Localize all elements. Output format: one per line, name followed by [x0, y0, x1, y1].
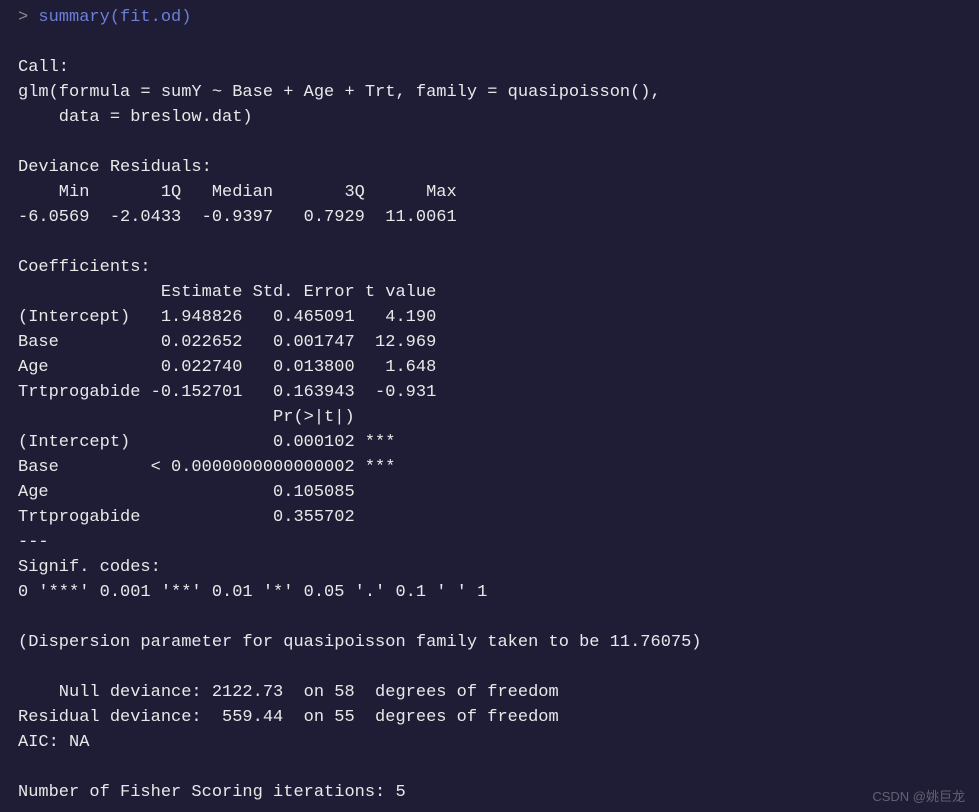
coef-pval-base: Base < 0.0000000000000002 *** [18, 458, 395, 477]
aic: AIC: NA [18, 733, 89, 752]
fisher-iterations: Number of Fisher Scoring iterations: 5 [18, 783, 406, 802]
watermark: CSDN @姚巨龙 [872, 787, 965, 806]
coef-cols: Estimate Std. Error t value [18, 283, 436, 302]
call-line1: glm(formula = sumY ~ Base + Age + Trt, f… [18, 83, 671, 102]
call-line2: data = breslow.dat) [18, 108, 253, 127]
dispersion: (Dispersion parameter for quasipoisson f… [18, 633, 702, 652]
coef-header: Coefficients: [18, 258, 151, 277]
dev-resid-vals: -6.0569 -2.0433 -0.9397 0.7929 11.0061 [18, 208, 477, 227]
command-text[interactable]: summary(fit.od) [38, 8, 191, 27]
separator: --- [18, 533, 49, 552]
coef-pval-age: Age 0.105085 [18, 483, 395, 502]
coef-trt: Trtprogabide -0.152701 0.163943 -0.931 [18, 383, 436, 402]
null-deviance: Null deviance: 2122.73 on 58 degrees of … [18, 683, 559, 702]
signif-header: Signif. codes: [18, 558, 181, 577]
call-header: Call: [18, 58, 69, 77]
coef-pval-trt: Trtprogabide 0.355702 [18, 508, 395, 527]
coef-intercept: (Intercept) 1.948826 0.465091 4.190 [18, 308, 436, 327]
dev-resid-cols: Min 1Q Median 3Q Max [18, 183, 477, 202]
coef-base: Base 0.022652 0.001747 12.969 [18, 333, 436, 352]
signif-codes: 0 '***' 0.001 '**' 0.01 '*' 0.05 '.' 0.1… [18, 583, 487, 602]
coef-age: Age 0.022740 0.013800 1.648 [18, 358, 436, 377]
coef-pval-header: Pr(>|t|) [18, 408, 395, 427]
resid-deviance: Residual deviance: 559.44 on 55 degrees … [18, 708, 559, 727]
coef-pval-intercept: (Intercept) 0.000102 *** [18, 433, 395, 452]
dev-resid-header: Deviance Residuals: [18, 158, 222, 177]
prompt-char: > [18, 8, 28, 27]
